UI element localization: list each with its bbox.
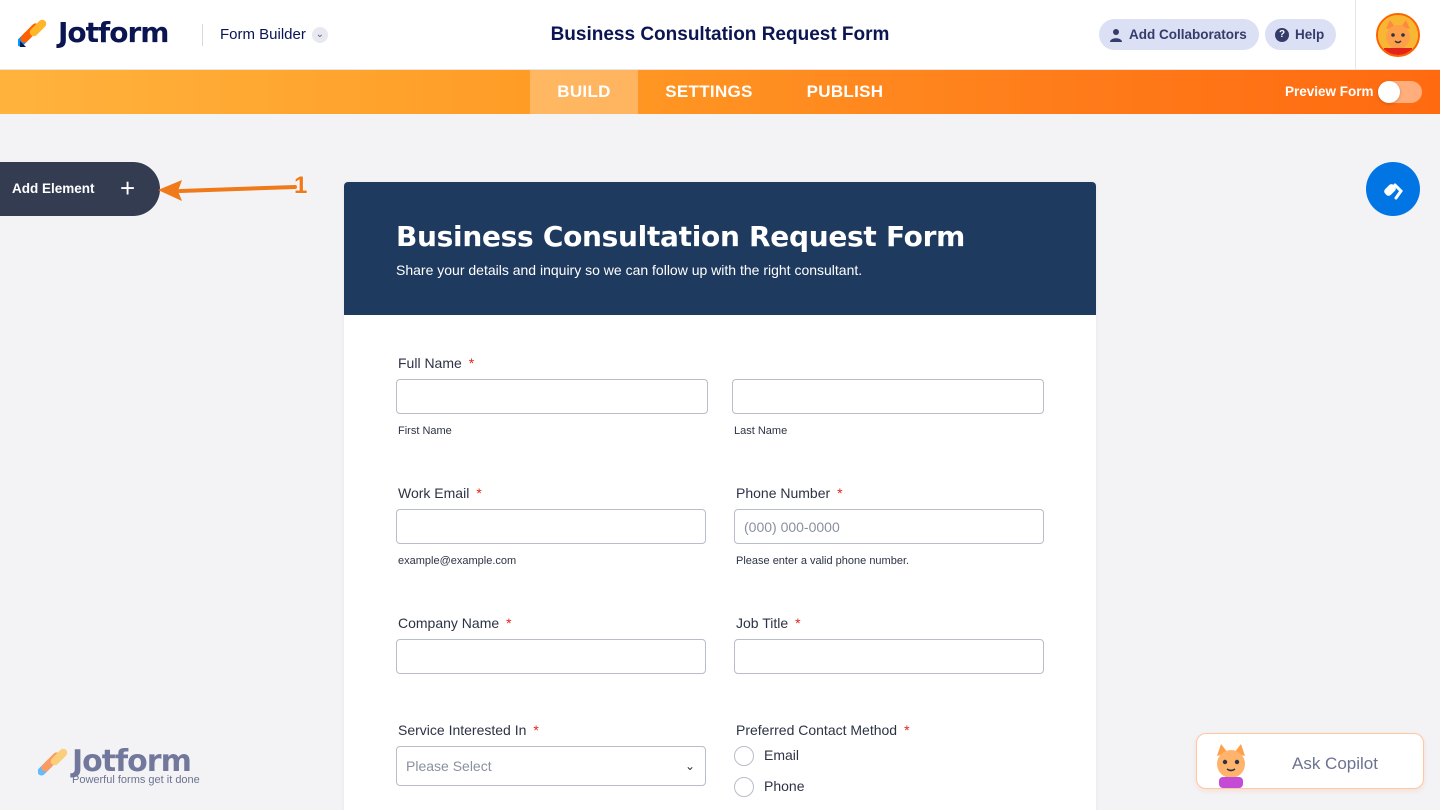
toggle-knob: [1378, 81, 1400, 103]
help-icon: ?: [1275, 27, 1289, 42]
first-name-input[interactable]: [396, 379, 708, 414]
contact-method-label-text: Preferred Contact Method: [736, 722, 898, 738]
contact-method-label[interactable]: Preferred Contact Method *: [736, 722, 910, 738]
required-mark: *: [506, 615, 512, 631]
radio-phone-label[interactable]: Phone: [764, 778, 804, 794]
required-mark: *: [476, 485, 482, 501]
add-element-label: Add Element: [12, 181, 95, 196]
preview-form-label: Preview Form: [1285, 84, 1374, 99]
work-email-label-text: Work Email: [398, 485, 470, 501]
form-builder-dropdown[interactable]: Form Builder ⌄: [220, 26, 328, 43]
required-mark: *: [837, 485, 843, 501]
first-name-sublabel: First Name: [398, 425, 452, 437]
form-subtitle[interactable]: Share your details and inquiry so we can…: [396, 262, 862, 278]
full-name-label-text: Full Name: [398, 355, 462, 371]
required-mark: *: [904, 722, 910, 738]
last-name-sublabel: Last Name: [734, 425, 788, 437]
header-separator: [1355, 0, 1356, 70]
form-card: Business Consultation Request Form Share…: [344, 182, 1096, 810]
service-placeholder: Please Select: [406, 758, 492, 774]
tab-publish[interactable]: PUBLISH: [780, 70, 910, 114]
ask-copilot-label: Ask Copilot: [1292, 754, 1378, 773]
work-email-label[interactable]: Work Email *: [398, 485, 482, 501]
add-collaborators-label: Add Collaborators: [1129, 27, 1247, 42]
phone-number-sublabel: Please enter a valid phone number.: [736, 555, 910, 567]
required-mark: *: [533, 722, 539, 738]
tab-settings[interactable]: SETTINGS: [638, 70, 780, 114]
builder-nav: BUILD SETTINGS PUBLISH Preview Form: [0, 70, 1440, 114]
company-name-label-text: Company Name: [398, 615, 500, 631]
company-name-label[interactable]: Company Name *: [398, 615, 512, 631]
full-name-label[interactable]: Full Name *: [398, 355, 474, 371]
chevron-down-icon: ⌄: [311, 26, 328, 43]
preview-form-toggle[interactable]: [1378, 81, 1422, 103]
phone-number-label-text: Phone Number: [736, 485, 831, 501]
job-title-label[interactable]: Job Title *: [736, 615, 801, 631]
chevron-down-icon: ⌄: [684, 759, 695, 773]
service-label[interactable]: Service Interested In *: [398, 722, 539, 738]
avatar[interactable]: [1376, 13, 1420, 57]
required-mark: *: [795, 615, 801, 631]
annotation-arrow-icon: [158, 180, 297, 201]
copilot-cat-icon: [1217, 744, 1245, 788]
work-email-sublabel: example@example.com: [398, 555, 517, 567]
help-button[interactable]: ? Help: [1265, 19, 1337, 50]
form-designer-button[interactable]: [1366, 162, 1420, 216]
paint-roller-icon: [1384, 183, 1403, 200]
last-name-input[interactable]: [732, 379, 1044, 414]
phone-placeholder: (000) 000-0000: [744, 518, 840, 535]
work-email-input[interactable]: [396, 509, 706, 544]
form-builder-label: Form Builder: [220, 26, 306, 43]
job-title-input[interactable]: [734, 639, 1044, 674]
phone-number-input[interactable]: (000) 000-0000: [734, 509, 1044, 544]
service-select[interactable]: Please Select ⌄: [396, 746, 706, 786]
annotation-number: 1: [294, 172, 308, 199]
jotform-logo[interactable]: Jotform: [18, 16, 169, 49]
ask-copilot-button[interactable]: Ask Copilot: [1196, 733, 1424, 789]
plus-icon: +: [120, 173, 136, 203]
help-label: Help: [1295, 27, 1325, 42]
add-element-button[interactable]: Add Element +: [0, 162, 160, 216]
tab-build[interactable]: BUILD: [530, 70, 638, 114]
form-header: Business Consultation Request Form Share…: [344, 182, 1096, 315]
radio-email[interactable]: [734, 746, 754, 766]
phone-number-label[interactable]: Phone Number *: [736, 485, 843, 501]
brand-name: Jotform: [58, 16, 169, 49]
radio-email-label[interactable]: Email: [764, 747, 799, 763]
required-mark: *: [468, 355, 475, 371]
header-divider: [202, 24, 203, 46]
form-title[interactable]: Business Consultation Request Form: [396, 220, 965, 253]
service-label-text: Service Interested In: [398, 722, 527, 738]
user-icon: [1110, 28, 1122, 42]
footer-brand-tagline: Powerful forms get it done: [72, 774, 200, 786]
jotform-logo-icon: [38, 748, 68, 776]
top-header: Jotform Form Builder ⌄ Business Consulta…: [0, 0, 1440, 70]
avatar-cat-icon: [1378, 15, 1418, 55]
jotform-logo-icon: [18, 19, 47, 47]
company-name-input[interactable]: [396, 639, 706, 674]
job-title-label-text: Job Title: [736, 615, 789, 631]
add-collaborators-button[interactable]: Add Collaborators: [1099, 19, 1259, 50]
radio-phone[interactable]: [734, 777, 754, 797]
